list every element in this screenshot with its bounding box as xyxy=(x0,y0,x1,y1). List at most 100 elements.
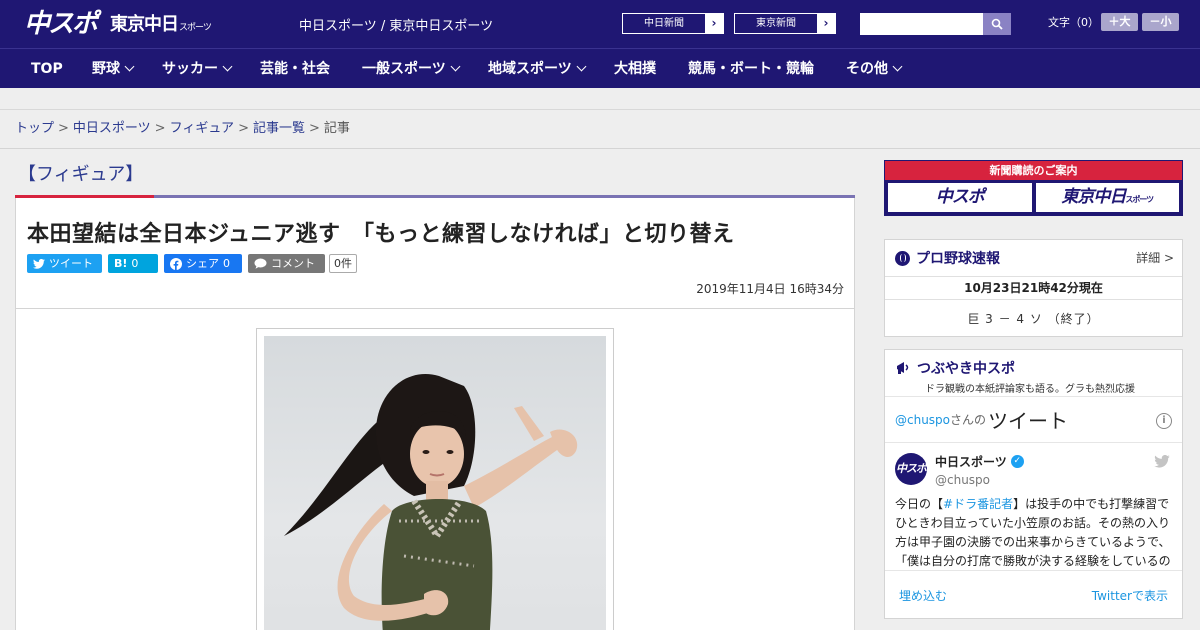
twitter-bird-icon[interactable] xyxy=(1154,455,1170,468)
chevron-down-icon xyxy=(222,61,233,72)
twitter-timeline: @chuspo さんの ツイート i 中スポ 中日スポーツ ✓ @chuspo 今… xyxy=(885,396,1182,571)
subscribe-tokyo-suffix: スポーツ xyxy=(1125,195,1154,204)
subscribe-tokyo-chunichi-button[interactable]: 東京中日スポーツ xyxy=(1035,183,1179,212)
comment-bubble-icon xyxy=(254,258,267,269)
ad-strip xyxy=(0,88,1200,110)
nav-item-soccer[interactable]: サッカー xyxy=(162,49,233,89)
breadcrumb-link-figure[interactable]: フィギュア xyxy=(170,121,234,136)
tsubuyaki-header: つぶやき中スポ ドラ観戦の本紙評論家も語る。グラも熱烈応援 xyxy=(885,350,1182,396)
font-decrease-button[interactable]: －小 xyxy=(1142,13,1179,31)
hatena-icon: B! xyxy=(114,257,128,270)
nav-item-regional-sports[interactable]: 地域スポーツ xyxy=(488,49,587,89)
chevron-right-icon: › xyxy=(711,16,717,30)
verified-badge-icon: ✓ xyxy=(1010,455,1024,468)
subscription-title: 新聞購読のご案内 xyxy=(885,161,1182,180)
nav-item-label: 芸能・社会 xyxy=(260,61,330,77)
facebook-share-button[interactable]: シェア 0 xyxy=(164,254,242,273)
subscribe-chuspo-button[interactable]: 中スポ xyxy=(888,183,1032,212)
nav-item-general-sports[interactable]: 一般スポーツ xyxy=(362,49,461,89)
article-headline: 本田望結は全日本ジュニア逃す 「もっと練習しなければ」と切り替え xyxy=(27,222,735,247)
tweet-hashtag[interactable]: #ドラ番記者 xyxy=(943,497,1013,511)
tokyo-chunichi-logo[interactable]: 東京中日スポーツ xyxy=(110,12,212,38)
baseball-score-panel: プロ野球速報 詳細 > 10月23日21時42分現在 巨 3 － 4 ソ （終了… xyxy=(884,239,1183,337)
nav-item-racing[interactable]: 競馬・ボート・競輪 xyxy=(688,49,814,89)
tsubuyaki-subtitle: ドラ観戦の本紙評論家も語る。グラも熱烈応援 xyxy=(925,384,1135,395)
tweet-author-name[interactable]: 中日スポーツ xyxy=(935,453,1007,470)
search-button[interactable] xyxy=(983,13,1011,35)
timeline-handle-link[interactable]: @chuspo xyxy=(895,413,950,427)
tweet-button[interactable]: ツイート xyxy=(27,254,102,273)
timeline-footer: 埋め込む Twitterで表示 xyxy=(885,572,1182,618)
tweet-label: ツイート xyxy=(49,257,93,270)
tsubuyaki-title: つぶやき中スポ xyxy=(917,361,1015,377)
chevron-down-icon xyxy=(892,61,903,72)
article-photo[interactable] xyxy=(264,336,606,630)
chevron-down-icon xyxy=(576,61,587,72)
breadcrumb-separator: > xyxy=(308,121,320,136)
nav-item-label: サッカー xyxy=(162,61,218,77)
chunichi-shimbun-link[interactable]: 中日新聞 › xyxy=(622,13,724,34)
breadcrumb-separator: > xyxy=(238,121,249,136)
comment-button[interactable]: コメント xyxy=(248,254,325,273)
breadcrumb-current: 記事 xyxy=(323,121,350,136)
nav-item-sumo[interactable]: 大相撲 xyxy=(614,49,656,89)
baseball-panel-header: プロ野球速報 詳細 > xyxy=(885,240,1182,276)
search-input[interactable] xyxy=(860,13,983,35)
timeline-header: @chuspo さんの ツイート i xyxy=(885,397,1182,443)
chevron-down-icon xyxy=(124,61,135,72)
hatena-bookmark-button[interactable]: B! 0 xyxy=(108,254,158,273)
tweet-author-handle[interactable]: @chuspo xyxy=(935,473,1024,487)
timeline-handle-suffix: さんの xyxy=(950,413,987,427)
tokyo-logo-text: 東京中日 xyxy=(110,14,179,35)
embed-link[interactable]: 埋め込む xyxy=(899,587,947,604)
comment-label: コメント xyxy=(271,257,315,270)
subscribe-tokyo-label: 東京中日 xyxy=(1061,187,1126,207)
info-icon[interactable]: i xyxy=(1156,413,1172,429)
game-score[interactable]: 巨 3 － 4 ソ （終了） xyxy=(885,300,1182,338)
chuspo-logo[interactable]: 中スポ xyxy=(24,8,102,40)
view-on-twitter-link[interactable]: Twitterで表示 xyxy=(1092,587,1168,604)
share-buttons: ツイート B! 0 シェア 0 コメント 0件 xyxy=(27,254,357,273)
breadcrumb-link-article-list[interactable]: 記事一覧 xyxy=(253,121,305,136)
tokyo-shimbun-link[interactable]: 東京新聞 › xyxy=(734,13,836,34)
comment-count: 0件 xyxy=(329,254,357,273)
publish-date: 2019年11月4日 16時34分 xyxy=(696,282,844,296)
breadcrumb-link-top[interactable]: トップ xyxy=(15,121,54,136)
nav-item-label: その他 xyxy=(846,61,888,77)
paper-link-label: 東京新聞 xyxy=(735,14,817,33)
facebook-icon xyxy=(170,257,182,270)
nav-item-label: 地域スポーツ xyxy=(488,61,572,77)
nav-item-top[interactable]: TOP xyxy=(31,49,63,89)
tweet-text: 今日の【#ドラ番記者】は投手の中でも打撃練習でひときわ目立っていた小笠原のお話。… xyxy=(885,491,1182,570)
tokyo-logo-suffix: スポーツ xyxy=(179,23,212,33)
breadcrumb-separator: > xyxy=(58,121,69,136)
chevron-right-icon: › xyxy=(823,16,829,30)
nav-item-label: 大相撲 xyxy=(614,61,656,77)
breadcrumb-separator: > xyxy=(154,121,166,136)
nav-item-baseball[interactable]: 野球 xyxy=(92,49,135,89)
nav-item-other[interactable]: その他 xyxy=(846,49,903,89)
skater-photo-illustration xyxy=(284,374,578,630)
subscription-options: 中スポ 東京中日スポーツ xyxy=(885,180,1182,215)
font-size-label: 文字（0） xyxy=(1048,16,1099,29)
nav-item-label: TOP xyxy=(31,61,63,77)
hatena-count: 0 xyxy=(131,257,139,270)
baseball-icon xyxy=(895,250,910,266)
site-name[interactable]: 中日スポーツ / 東京中日スポーツ xyxy=(299,15,493,34)
facebook-share-count: 0 xyxy=(223,257,230,270)
score-timestamp: 10月23日21時42分現在 xyxy=(885,276,1182,300)
megaphone-icon xyxy=(897,362,909,374)
site-header: 中スポ 東京中日スポーツ 中日スポーツ / 東京中日スポーツ 中日新聞 › 東京… xyxy=(0,0,1200,48)
nav-item-label: 一般スポーツ xyxy=(362,61,446,77)
subscription-banner[interactable]: 新聞購読のご案内 中スポ 東京中日スポーツ xyxy=(884,160,1183,216)
nav-item-label: 野球 xyxy=(92,61,120,77)
timeline-tweets-label: ツイート xyxy=(988,409,1069,433)
nav-item-label: 競馬・ボート・競輪 xyxy=(688,61,814,77)
font-increase-button[interactable]: ＋大 xyxy=(1101,13,1138,31)
article-category: 【フィギュア】 xyxy=(18,164,144,185)
nav-item-entertainment[interactable]: 芸能・社会 xyxy=(260,49,330,89)
baseball-detail-link[interactable]: 詳細 > xyxy=(1136,249,1174,266)
breadcrumb-link-chunichi-sports[interactable]: 中日スポーツ xyxy=(73,121,151,136)
tweet-text-prefix: 今日の【 xyxy=(895,497,944,511)
avatar[interactable]: 中スポ xyxy=(895,453,927,485)
